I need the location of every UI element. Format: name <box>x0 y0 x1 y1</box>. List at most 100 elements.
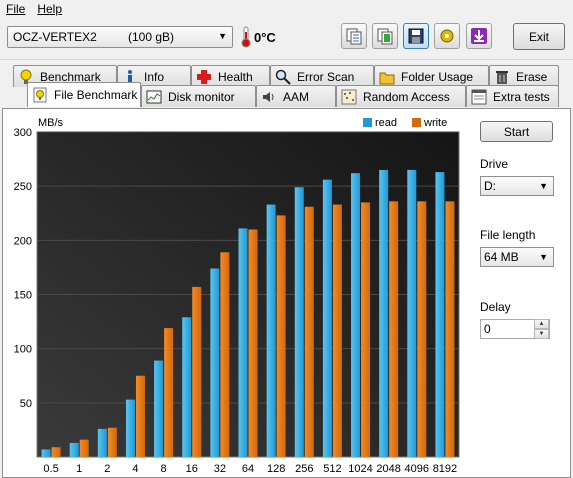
tab-extra-tests[interactable]: Extra tests <box>466 85 559 107</box>
exit-button[interactable]: Exit <box>513 23 565 50</box>
bar-write <box>164 328 174 457</box>
bar-write <box>135 375 145 457</box>
x-tick-label: 8 <box>161 463 167 475</box>
tab-folder-usage[interactable]: Folder Usage <box>374 65 489 87</box>
tab-error-scan-label: Error Scan <box>297 69 355 84</box>
bar-read <box>210 268 220 457</box>
y-tick-label: 150 <box>14 290 32 302</box>
x-tick-label: 4 <box>132 463 138 475</box>
chevron-down-icon: ▼ <box>539 181 548 191</box>
tab-error-scan[interactable]: Error Scan <box>270 65 374 87</box>
x-tick-label: 8192 <box>433 463 457 475</box>
benchmark-chart: 50 100 150 200 250 300 MB/s read write 0.5 1 2 4 8 16 3… <box>0 108 460 478</box>
bar-write <box>276 215 286 457</box>
tab-file-benchmark[interactable]: File Benchmark <box>27 82 141 107</box>
file-length-dropdown[interactable]: 64 MB ▼ <box>480 247 554 267</box>
x-tick-label: 32 <box>214 463 226 475</box>
tab-extra-tests-label: Extra tests <box>493 89 550 104</box>
x-tick-label: 2048 <box>376 463 400 475</box>
thermometer-icon <box>241 26 251 48</box>
spin-up-button[interactable]: ▲ <box>534 319 549 329</box>
delay-label: Delay <box>480 300 511 314</box>
x-tick-label: 1 <box>76 463 82 475</box>
bar-write <box>79 439 89 457</box>
bar-read <box>435 172 445 457</box>
temperature-value: 0°C <box>254 30 276 45</box>
menu-help[interactable]: Help <box>31 2 68 16</box>
menu-help-label: Help <box>37 2 63 16</box>
tab-file-benchmark-label: File Benchmark <box>54 88 138 102</box>
file-length-value: 64 MB <box>484 250 519 264</box>
random-access-icon <box>341 89 357 105</box>
y-tick-label: 50 <box>20 398 32 410</box>
copy-all-button[interactable] <box>372 23 398 49</box>
start-button[interactable]: Start <box>480 121 553 142</box>
bar-read <box>407 169 417 457</box>
y-axis-label: MB/s <box>38 117 64 129</box>
x-tick-label: 256 <box>295 463 313 475</box>
bar-write <box>332 204 342 457</box>
x-tick-label: 0.5 <box>43 463 58 475</box>
drive-size: (100 gB) <box>128 30 175 44</box>
bar-read <box>69 442 79 457</box>
drive-label: Drive <box>480 157 509 171</box>
x-tick-label: 64 <box>242 463 254 475</box>
bar-read <box>322 179 332 457</box>
disk-monitor-icon <box>146 89 162 105</box>
bar-write <box>361 202 371 457</box>
bar-read <box>182 317 192 457</box>
tab-health-label: Health <box>218 69 253 84</box>
bar-write <box>417 201 427 457</box>
tab-erase[interactable]: Erase <box>489 65 559 87</box>
y-tick-label: 250 <box>14 181 32 193</box>
health-cross-icon <box>196 69 212 85</box>
bar-read <box>97 428 107 457</box>
bar-write <box>304 206 314 457</box>
bar-write <box>248 229 258 457</box>
chart-svg: 50 100 150 200 250 300 MB/s read write 0.5 1 2 4 8 16 3… <box>14 117 460 475</box>
copy-info-button[interactable] <box>341 23 367 49</box>
tab-disk-monitor[interactable]: Disk monitor <box>141 85 256 107</box>
download-button[interactable] <box>466 23 492 49</box>
drive-letter-value: D: <box>484 179 496 193</box>
options-button[interactable] <box>434 23 460 49</box>
tab-random-access-label: Random Access <box>363 89 450 104</box>
legend-swatch-write <box>412 118 421 127</box>
tab-folder-usage-label: Folder Usage <box>401 69 474 84</box>
x-tick-label: 1024 <box>348 463 372 475</box>
y-tick-label: 300 <box>14 127 32 139</box>
bar-read <box>154 360 164 457</box>
extra-tests-icon <box>471 89 487 105</box>
spin-down-button[interactable]: ▼ <box>534 329 549 339</box>
y-tick-label: 200 <box>14 235 32 247</box>
drive-letter-dropdown[interactable]: D: ▼ <box>480 176 554 196</box>
file-length-label: File length <box>480 228 536 242</box>
tab-disk-monitor-label: Disk monitor <box>168 89 235 104</box>
y-tick-label: 100 <box>14 344 32 356</box>
drive-dropdown[interactable]: OCZ-VERTEX2 (100 gB) ▼ <box>7 26 233 48</box>
x-tick-label: 16 <box>186 463 198 475</box>
file-bulb-icon <box>32 87 48 103</box>
tab-aam[interactable]: AAM <box>256 85 336 107</box>
tab-erase-label: Erase <box>516 69 548 84</box>
x-tick-label: 128 <box>267 463 285 475</box>
legend-label-read: read <box>375 117 397 129</box>
menu-bar: File Help <box>0 0 573 18</box>
bar-read <box>41 449 51 457</box>
menu-file[interactable]: File <box>0 2 31 16</box>
save-button[interactable] <box>403 23 429 49</box>
save-icon <box>408 28 424 44</box>
tab-random-access[interactable]: Random Access <box>336 85 466 107</box>
tab-health[interactable]: Health <box>191 65 270 87</box>
bar-write <box>220 252 230 457</box>
x-tick-label: 4096 <box>405 463 429 475</box>
bar-read <box>238 228 248 457</box>
bar-write <box>389 201 399 457</box>
copy-info-icon <box>346 28 362 45</box>
tab-aam-label: AAM <box>283 89 310 104</box>
x-tick-label: 512 <box>323 463 341 475</box>
menu-file-label: File <box>6 2 26 16</box>
bar-read <box>266 204 276 457</box>
legend-swatch-read <box>363 118 372 127</box>
options-icon <box>440 29 454 43</box>
